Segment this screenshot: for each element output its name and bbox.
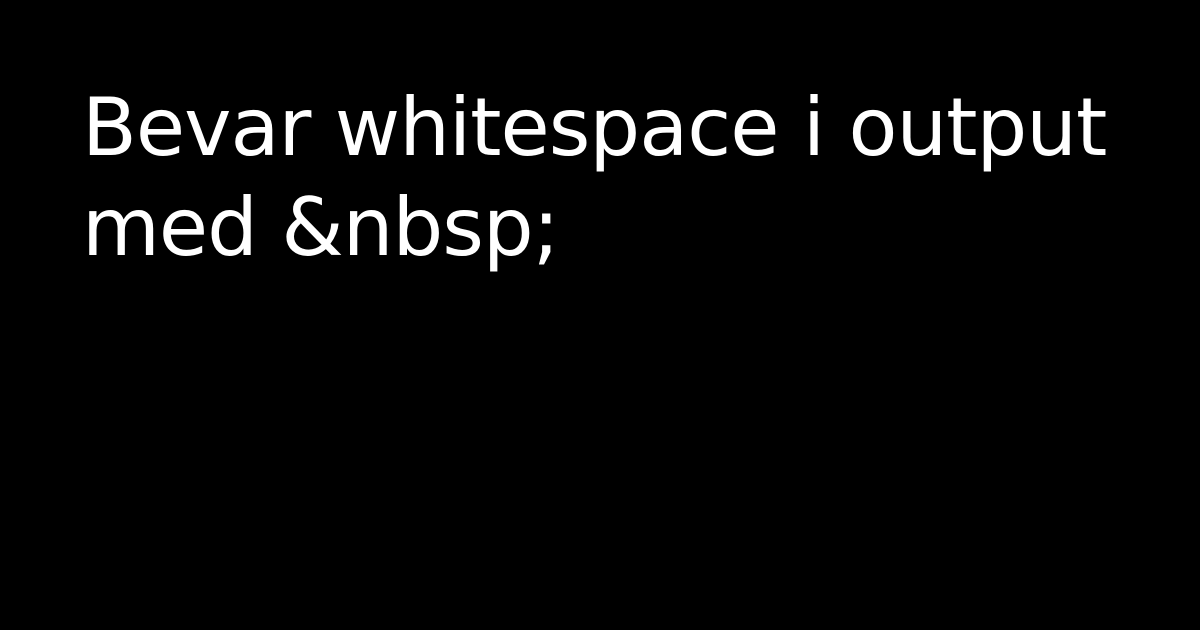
social-card: Bevar whitespace i output med &nbsp; [0,0,1200,630]
card-title: Bevar whitespace i output med &nbsp; [82,81,1107,274]
